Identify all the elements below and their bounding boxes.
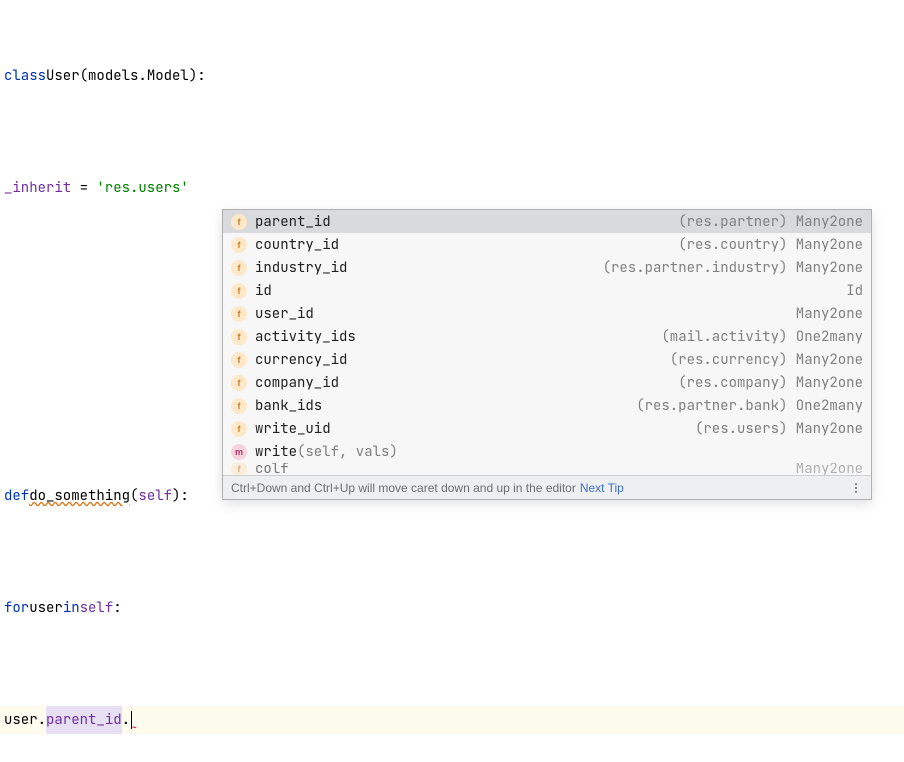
completion-item[interactable]: f company_id (res.company) Many2one (223, 371, 871, 394)
field-icon: f (231, 283, 247, 299)
completion-label: country_id (255, 234, 339, 256)
field-icon: f (231, 463, 247, 475)
keyword-class: class (4, 62, 46, 90)
completion-label: industry_id (255, 257, 347, 279)
field-icon: f (231, 352, 247, 368)
var-user: user (4, 706, 38, 734)
completion-label: write_uid (255, 418, 331, 440)
completion-footer: Ctrl+Down and Ctrl+Up will move caret do… (223, 475, 871, 499)
completion-item[interactable]: f write_uid (res.users) Many2one (223, 417, 871, 440)
code-line[interactable]: class User(models.Model): (0, 62, 904, 90)
field-icon: f (231, 398, 247, 414)
completion-label: user_id (255, 303, 314, 325)
field-icon: f (231, 237, 247, 253)
completion-item[interactable]: m write(self, vals) (223, 440, 871, 463)
completion-label: parent_id (255, 211, 331, 233)
method-icon: m (231, 444, 247, 460)
param-self: self (138, 482, 172, 510)
paren: ( (80, 62, 88, 90)
loop-var: user (29, 594, 63, 622)
attr-inherit: _inherit (4, 174, 71, 202)
field-icon: f (231, 329, 247, 345)
completion-label: company_id (255, 372, 339, 394)
base-class: models.Model (88, 62, 189, 90)
keyword-for: for (4, 594, 29, 622)
colon: : (113, 594, 121, 622)
completion-item[interactable]: f parent_id (res.partner) Many2one (223, 210, 871, 233)
paren-close: ): (189, 62, 206, 90)
completion-meta: Many2one (796, 303, 863, 325)
code-line[interactable]: _inherit = 'res.users' (0, 174, 904, 202)
field-icon: f (231, 306, 247, 322)
dot: . (122, 706, 130, 734)
completion-meta: (res.partner.industry) Many2one (603, 257, 863, 279)
keyword-def: def (4, 482, 29, 510)
completion-label: id (255, 280, 272, 302)
completion-item[interactable]: f country_id (res.country) Many2one (223, 233, 871, 256)
class-name: User (46, 62, 80, 90)
completion-item[interactable]: f user_id Many2one (223, 302, 871, 325)
completion-item[interactable]: f currency_id (res.currency) Many2one (223, 348, 871, 371)
completion-item[interactable]: fid Id (223, 279, 871, 302)
completion-meta: (res.partner.bank) One2many (636, 395, 863, 417)
completion-label: currency_id (255, 349, 347, 371)
dot: . (38, 706, 46, 734)
keyword-in: in (63, 594, 80, 622)
footer-tip-text: Ctrl+Down and Ctrl+Up will move caret do… (231, 477, 576, 499)
completion-meta: (res.country) Many2one (678, 234, 863, 256)
field-icon: f (231, 214, 247, 230)
self-ref: self (80, 594, 114, 622)
completion-label: activity_ids (255, 326, 356, 348)
completion-item[interactable]: f activity_ids (mail.activity) One2many (223, 325, 871, 348)
field-icon: f (231, 260, 247, 276)
completion-meta: (res.partner) Many2one (678, 211, 863, 233)
member-parent-id: parent_id (46, 706, 122, 734)
completion-meta: (res.users) Many2one (695, 418, 863, 440)
completion-list[interactable]: f parent_id (res.partner) Many2one f country… (223, 210, 871, 475)
completion-meta: (mail.activity) One2many (661, 326, 863, 348)
completion-item[interactable]: f industry_id (res.partner.industry) Many2… (223, 256, 871, 279)
paren-close: ): (172, 482, 189, 510)
completion-meta: (res.currency) Many2one (670, 349, 863, 371)
completion-popup[interactable]: f parent_id (res.partner) Many2one f country… (222, 209, 872, 500)
code-line-active[interactable]: user.parent_id.~ (0, 706, 904, 734)
more-options-icon[interactable] (849, 483, 863, 493)
completion-meta: Many2one (796, 463, 863, 475)
completion-label: write(self, vals) (255, 441, 398, 463)
error-squiggle: ~ (132, 714, 137, 742)
field-icon: f (231, 375, 247, 391)
field-icon: f (231, 421, 247, 437)
completion-item[interactable]: f bank_ids (res.partner.bank) One2many (223, 394, 871, 417)
completion-label: bank_ids (255, 395, 322, 417)
function-name: do_something (29, 482, 130, 510)
completion-label: colf (255, 463, 289, 475)
next-tip-link[interactable]: Next Tip (580, 477, 624, 499)
code-line[interactable]: for user in self: (0, 594, 904, 622)
completion-meta: Id (846, 280, 863, 302)
completion-meta: (res.company) Many2one (678, 372, 863, 394)
string-literal: 'res.users' (96, 174, 188, 202)
equals: = (71, 174, 96, 202)
completion-item-cutoff[interactable]: fcolf Many2one (223, 463, 871, 475)
